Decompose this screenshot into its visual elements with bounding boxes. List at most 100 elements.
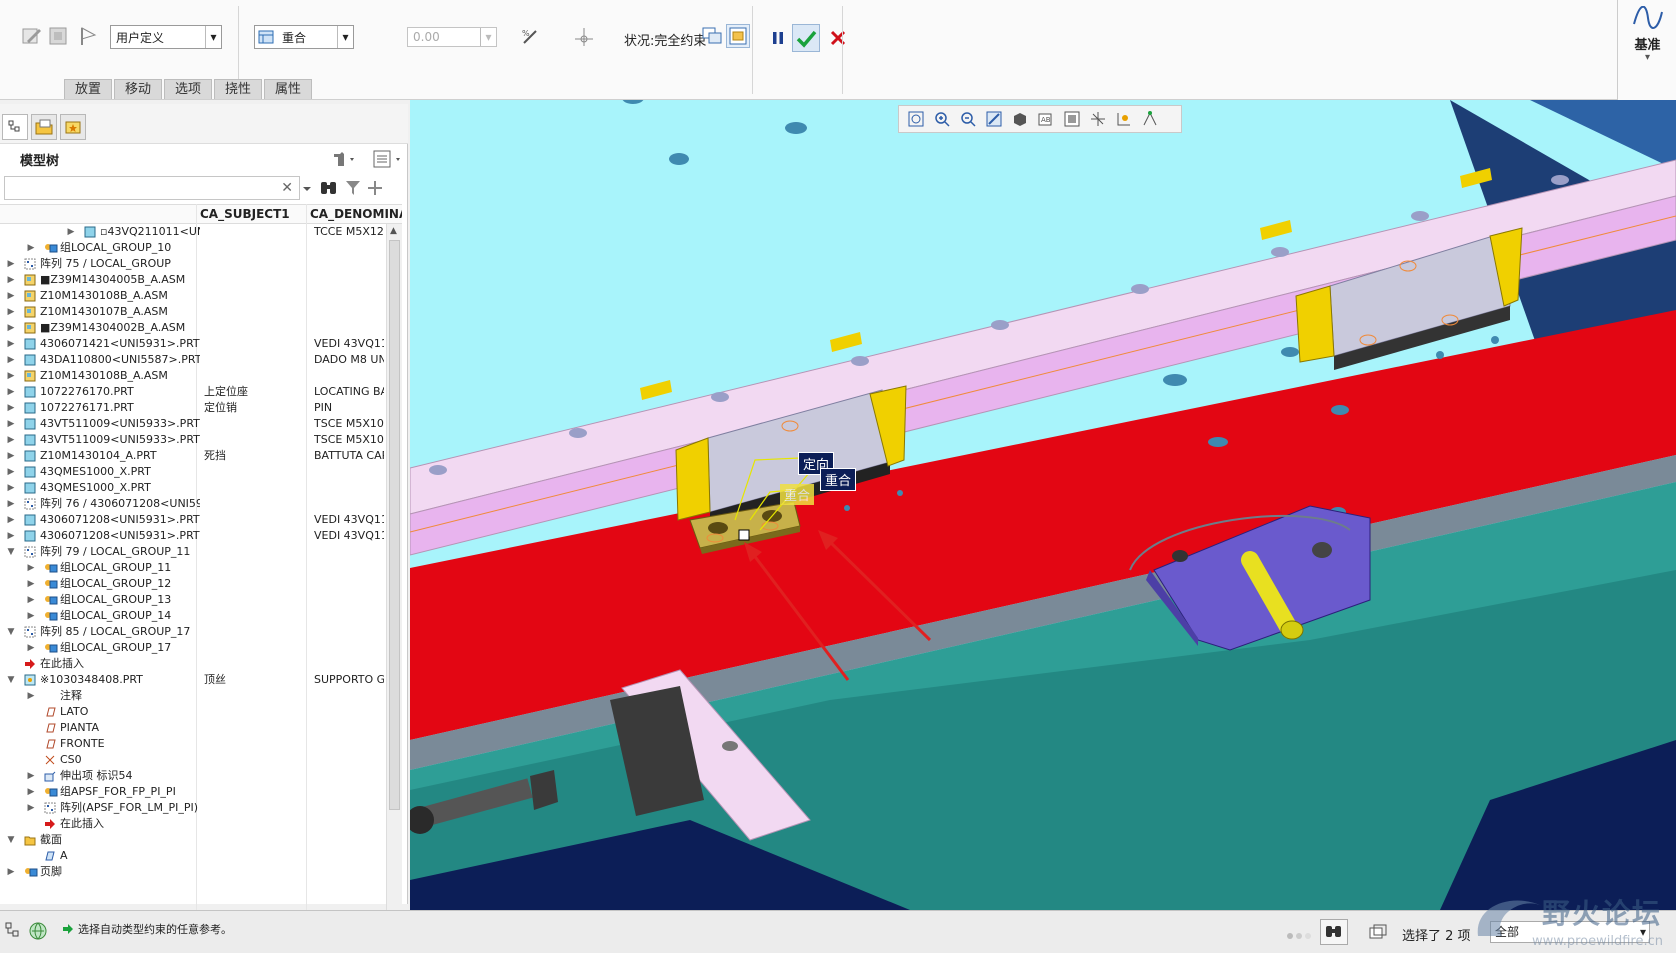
tree-row[interactable]: ▼ 阵列 79 / LOCAL_GROUP_11 — [0, 544, 386, 560]
expand-arrow-icon[interactable]: ▶ — [6, 352, 16, 368]
expand-arrow-icon[interactable]: ▶ — [26, 576, 36, 592]
tree-row[interactable]: ▶ 43QMES1000_X.PRT — [0, 464, 386, 480]
pause-icon[interactable] — [766, 26, 790, 50]
callout-coincide[interactable]: 重合 — [820, 468, 857, 491]
expand-arrow-icon[interactable]: ▶ — [26, 560, 36, 576]
column-header-subject[interactable]: CA_SUBJECT1 — [200, 207, 290, 221]
expand-arrow-icon[interactable]: ▶ — [6, 272, 16, 288]
tree-row[interactable]: ▶ Z10M1430107B_A.ASM — [0, 304, 386, 320]
tree-row[interactable]: 在此插入 — [0, 656, 386, 672]
favorites-tab-icon[interactable] — [60, 114, 86, 140]
expand-arrow-icon[interactable]: ▶ — [6, 416, 16, 432]
assembly-window-icon[interactable] — [726, 24, 750, 48]
selection-box-icon[interactable] — [1368, 923, 1388, 944]
tree-row[interactable]: ▶ 组LOCAL_GROUP_13 — [0, 592, 386, 608]
expand-arrow-icon[interactable]: ▶ — [6, 448, 16, 464]
tree-row[interactable]: ▶ 阵列 75 / LOCAL_GROUP — [0, 256, 386, 272]
tree-row[interactable]: PIANTA — [0, 720, 386, 736]
callout-coincide[interactable]: 重合 — [780, 484, 815, 505]
expand-arrow-icon[interactable]: ▶ — [6, 496, 16, 512]
tree-row[interactable]: ▶ ■Z39M14304002B_A.ASM — [0, 320, 386, 336]
zoom-out-icon[interactable] — [955, 107, 981, 131]
tree-row[interactable]: ▶ 阵列(APSF_FOR_LM_PI_PI) — [0, 800, 386, 816]
constraint-set-dropdown[interactable]: 用户定义 ▾ — [110, 25, 222, 49]
tree-row[interactable]: ▶ 组LOCAL_GROUP_12 — [0, 576, 386, 592]
find-binoculars-icon[interactable] — [318, 178, 340, 201]
expand-arrow-icon[interactable]: ▶ — [26, 688, 36, 704]
model-tree-toggle-icon[interactable] — [4, 921, 22, 944]
datum-display-icon[interactable] — [1085, 107, 1111, 131]
graphics-viewport[interactable]: AB 定向 重合 重合 — [410, 100, 1676, 910]
tree-row[interactable]: ▶ 组LOCAL_GROUP_17 — [0, 640, 386, 656]
tree-row[interactable]: ▶ 43QMES1000_X.PRT — [0, 480, 386, 496]
tree-row[interactable]: ▶ 4306071421<UNI5931>.PRT VEDI 43VQ11 — [0, 336, 386, 352]
tree-row[interactable]: ▶ 4306071208<UNI5931>.PRT VEDI 43VQ11 — [0, 528, 386, 544]
tree-row[interactable]: LATO — [0, 704, 386, 720]
display-component-icon[interactable] — [46, 24, 70, 48]
tree-row[interactable]: A — [0, 848, 386, 864]
find-binoculars-icon[interactable] — [1320, 919, 1348, 945]
tree-row[interactable]: ▶ Z10M1430108B_A.ASM — [0, 288, 386, 304]
expand-arrow-icon[interactable]: ▶ — [6, 480, 16, 496]
expand-arrow-icon[interactable]: ▶ — [6, 432, 16, 448]
tree-row[interactable]: ▶ 伸出项 标识54 — [0, 768, 386, 784]
cancel-icon[interactable] — [826, 26, 850, 50]
tab-placement[interactable]: 放置 — [64, 79, 112, 99]
edit-placement-icon[interactable] — [20, 24, 44, 48]
tree-row[interactable]: ▶ 组LOCAL_GROUP_11 — [0, 560, 386, 576]
saved-views-icon[interactable]: AB — [1033, 107, 1059, 131]
move-axis-icon[interactable] — [572, 25, 596, 49]
expand-arrow-icon[interactable]: ▶ — [26, 768, 36, 784]
spin-center-icon[interactable] — [1111, 107, 1137, 131]
tree-row[interactable]: ▼ ※1030348408.PRT 顶丝 SUPPORTO G — [0, 672, 386, 688]
tree-search-input[interactable]: ✕ — [4, 176, 300, 200]
tree-row[interactable]: ▶ 页脚 — [0, 864, 386, 880]
tree-row[interactable]: ▶ ■Z39M14304005B_A.ASM — [0, 272, 386, 288]
filter-icon[interactable] — [344, 178, 362, 201]
expand-arrow-icon[interactable]: ▶ — [66, 224, 76, 240]
settings-icon[interactable] — [330, 148, 358, 172]
expand-arrow-icon[interactable]: ▶ — [6, 528, 16, 544]
expand-arrow-icon[interactable]: ▶ — [6, 400, 16, 416]
collapse-arrow-icon[interactable]: ▼ — [6, 832, 16, 848]
column-header-denomination[interactable]: CA_DENOMINA — [310, 207, 402, 221]
tree-row[interactable]: ▼ 截面 — [0, 832, 386, 848]
repaint-icon[interactable] — [981, 107, 1007, 131]
tree-row[interactable]: ▼ 阵列 85 / LOCAL_GROUP_17 — [0, 624, 386, 640]
tree-row[interactable]: FRONTE — [0, 736, 386, 752]
annotation-display-icon[interactable] — [1137, 107, 1163, 131]
expand-arrow-icon[interactable]: ▶ — [26, 800, 36, 816]
expand-arrow-icon[interactable]: ▶ — [6, 512, 16, 528]
offset-input[interactable]: 0.00 ▾ — [407, 27, 497, 47]
tab-options[interactable]: 选项 — [164, 79, 212, 99]
scroll-thumb[interactable] — [389, 240, 400, 810]
expand-arrow-icon[interactable]: ▶ — [26, 240, 36, 256]
add-icon[interactable] — [366, 178, 384, 201]
tree-row[interactable]: ▶ 43VT511009<UNI5933>.PRT TSCE M5X10 U — [0, 416, 386, 432]
expand-arrow-icon[interactable]: ▶ — [6, 320, 16, 336]
tree-row[interactable]: ▶ 组LOCAL_GROUP_14 — [0, 608, 386, 624]
expand-arrow-icon[interactable]: ▶ — [6, 384, 16, 400]
tab-properties[interactable]: 属性 — [264, 79, 312, 99]
tree-row[interactable]: ▶ Z10M1430104_A.PRT 死挡 BATTUTA CAR — [0, 448, 386, 464]
collapse-arrow-icon[interactable]: ▼ — [6, 672, 16, 688]
expand-arrow-icon[interactable]: ▶ — [6, 368, 16, 384]
tree-row[interactable]: ▶ Z10M1430108B_A.ASM — [0, 368, 386, 384]
tree-row[interactable]: ▶ 阵列 76 / 4306071208<UNI5931 — [0, 496, 386, 512]
tree-row[interactable]: ▶ 43DA110800<UNI5587>.PRT DADO M8 UNI — [0, 352, 386, 368]
collapse-arrow-icon[interactable]: ▼ — [6, 624, 16, 640]
expand-arrow-icon[interactable]: ▶ — [6, 256, 16, 272]
confirm-icon[interactable] — [792, 24, 820, 52]
tree-row[interactable]: ▶ 注释 — [0, 688, 386, 704]
tree-row[interactable]: ▶ 组LOCAL_GROUP_10 — [0, 240, 386, 256]
chevron-down-icon[interactable] — [300, 180, 314, 199]
display-style-icon[interactable] — [1007, 107, 1033, 131]
view-manager-icon[interactable] — [1059, 107, 1085, 131]
collapse-arrow-icon[interactable]: ▼ — [6, 544, 16, 560]
expand-arrow-icon[interactable]: ▶ — [6, 864, 16, 880]
tree-row[interactable]: ▶ 组APSF_FOR_FP_PI_PI — [0, 784, 386, 800]
zoom-in-icon[interactable] — [929, 107, 955, 131]
flag-icon[interactable] — [76, 24, 100, 48]
refit-icon[interactable] — [903, 107, 929, 131]
constraint-type-dropdown[interactable]: 重合 ▾ — [254, 25, 354, 49]
